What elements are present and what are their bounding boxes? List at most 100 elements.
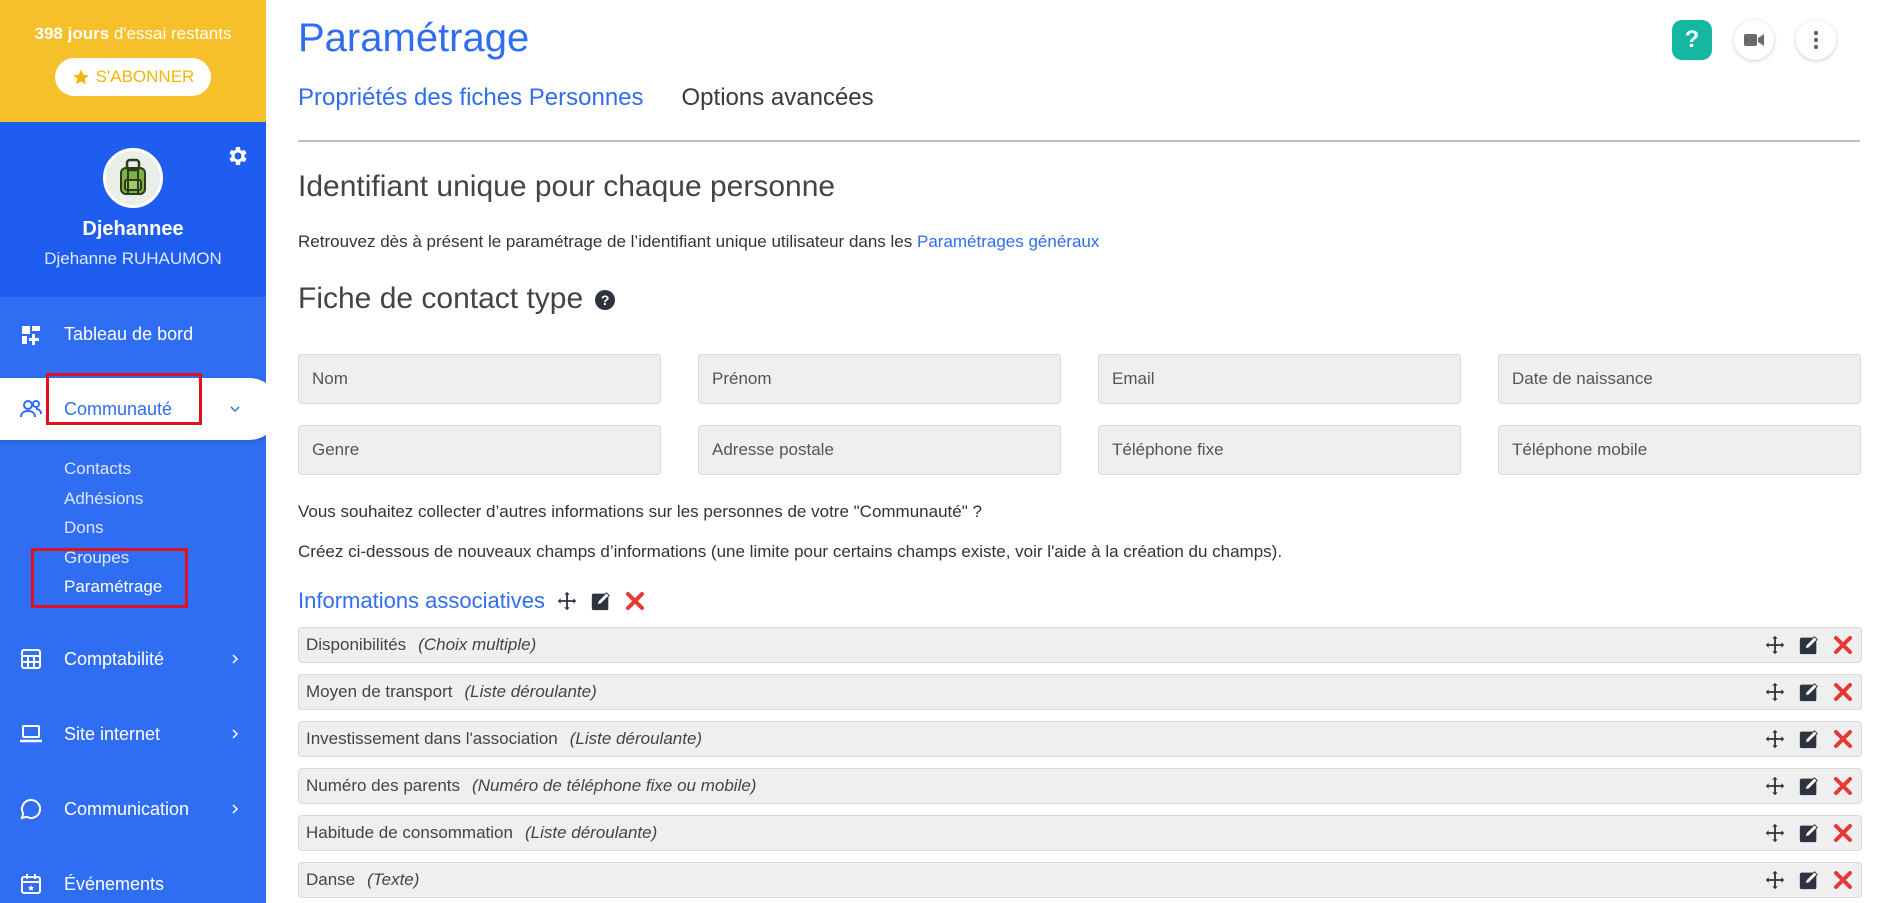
row-type: (Numéro de téléphone fixe ou mobile) [472,776,757,795]
row-actions [1763,727,1855,751]
laptop-icon [20,725,42,743]
chat-icon [20,798,42,820]
row-actions [1763,633,1855,657]
move-icon[interactable] [1763,774,1787,798]
field-email: Email [1098,354,1461,404]
group-title: Informations associatives [298,588,545,613]
field-telephone-mobile: Téléphone mobile [1498,425,1861,475]
subscribe-button[interactable]: S'ABONNER [55,58,211,96]
subnav-groupes[interactable]: Groupes [64,543,266,573]
subnav-adhesions[interactable]: Adhésions [64,484,266,514]
page-title: Paramétrage [298,16,530,60]
list-item: Investissement dans l'association (Liste … [298,721,1862,757]
row-name: Danse [306,870,356,889]
row-type: (Liste déroulante) [569,729,703,748]
row-actions [1763,821,1855,845]
top-actions: ? [1672,20,1836,60]
tab-person-properties[interactable]: Propriétés des fiches Personnes [298,84,644,140]
edit-icon[interactable] [1797,680,1821,704]
video-icon [1744,34,1764,46]
general-settings-link[interactable]: Paramétrages généraux [917,232,1099,251]
delete-icon[interactable] [1831,774,1855,798]
video-button[interactable] [1734,20,1774,60]
row-actions [1763,868,1855,892]
list-item: Moyen de transport (Liste déroulante) [298,674,1862,710]
edit-icon[interactable] [1797,633,1821,657]
gear-icon[interactable] [226,144,250,168]
nav-accounting[interactable]: Comptabilité [0,622,266,697]
field-date-naissance: Date de naissance [1498,354,1861,404]
field-adresse: Adresse postale [698,425,1061,475]
collect-note: Vous souhaitez collecter d’autres inform… [298,502,982,521]
help-button[interactable]: ? [1672,20,1712,60]
row-name: Moyen de transport [306,682,453,701]
edit-icon[interactable] [589,589,613,613]
delete-icon[interactable] [1831,633,1855,657]
nav-dashboard-label: Tableau de bord [64,324,194,344]
edit-icon[interactable] [1797,727,1821,751]
nav-communication-label: Communication [64,798,190,819]
row-name: Investissement dans l'association [306,729,558,748]
question-icon[interactable]: ? [595,290,616,311]
delete-icon[interactable] [623,589,647,613]
unique-id-title: Identifiant unique pour chaque personne [298,170,836,203]
row-actions [1763,680,1855,704]
list-item: Disponibilités (Choix multiple) [298,627,1862,663]
tab-bar: Propriétés des fiches Personnes Options … [298,84,1860,142]
move-icon[interactable] [1763,633,1787,657]
avatar[interactable] [103,148,163,208]
group-header: Informations associatives [298,588,647,614]
subnav-dons[interactable]: Dons [64,513,266,543]
username: Djehannee [82,218,184,240]
list-item: Danse (Texte) [298,862,1862,898]
trial-days: 398 jours [34,24,110,43]
nav-communication[interactable]: Communication [0,772,266,847]
nav-website[interactable]: Site internet [0,697,266,772]
delete-icon[interactable] [1831,680,1855,704]
star-icon [72,69,89,85]
nav-community[interactable]: Communauté [0,378,266,440]
move-icon[interactable] [1763,727,1787,751]
list-item: Habitude de consommation (Liste déroulant… [298,815,1862,851]
row-type: (Choix multiple) [418,635,537,654]
move-icon[interactable] [1763,821,1787,845]
trial-text: 398 jours d'essai restants [35,24,232,44]
edit-icon[interactable] [1797,868,1821,892]
field-genre: Genre [298,425,661,475]
delete-icon[interactable] [1831,727,1855,751]
nav-dashboard[interactable]: Tableau de bord [0,297,266,372]
custom-fields-list: Disponibilités (Choix multiple) Moyen de … [298,627,1862,903]
edit-icon[interactable] [1797,821,1821,845]
row-name: Disponibilités [306,635,407,654]
move-icon[interactable] [1763,868,1787,892]
unique-id-text-body: Retrouvez dès à présent le paramétrage d… [298,232,917,251]
row-type: (Liste déroulante) [524,823,658,842]
nav-community-label: Communauté [64,398,173,419]
sidebar: 398 jours d'essai restants S'ABONNER Dje… [0,0,266,903]
edit-icon[interactable] [1797,774,1821,798]
row-name: Habitude de consommation [306,823,513,842]
move-icon[interactable] [555,589,579,613]
row-name: Numéro des parents [306,776,461,795]
nav-website-label: Site internet [64,723,161,744]
community-subnav: Contacts Adhésions Dons Groupes Paramétr… [0,444,266,622]
more-options-button[interactable] [1796,20,1836,60]
subscribe-label: S'ABONNER [95,67,195,86]
contact-fields-grid: Nom Prénom Email Date de naissance Genre… [298,354,1862,475]
row-type: (Liste déroulante) [464,682,597,701]
field-telephone-fixe: Téléphone fixe [1098,425,1461,475]
tab-advanced-options[interactable]: Options avancées [682,84,874,140]
subnav-contacts[interactable]: Contacts [64,454,266,484]
delete-icon[interactable] [1831,821,1855,845]
more-vertical-icon [1813,30,1819,50]
chevron-right-icon [232,729,239,739]
nav-events[interactable]: Événements [0,847,266,903]
move-icon[interactable] [1763,680,1787,704]
subnav-parametrage[interactable]: Paramétrage [64,572,266,602]
delete-icon[interactable] [1831,868,1855,892]
trial-banner: 398 jours d'essai restants S'ABONNER [0,0,266,122]
contact-card-title: Fiche de contact type? [298,282,616,316]
nav-events-label: Événements [64,873,165,894]
calendar-icon [21,874,41,894]
dashboard-icon [22,325,40,345]
